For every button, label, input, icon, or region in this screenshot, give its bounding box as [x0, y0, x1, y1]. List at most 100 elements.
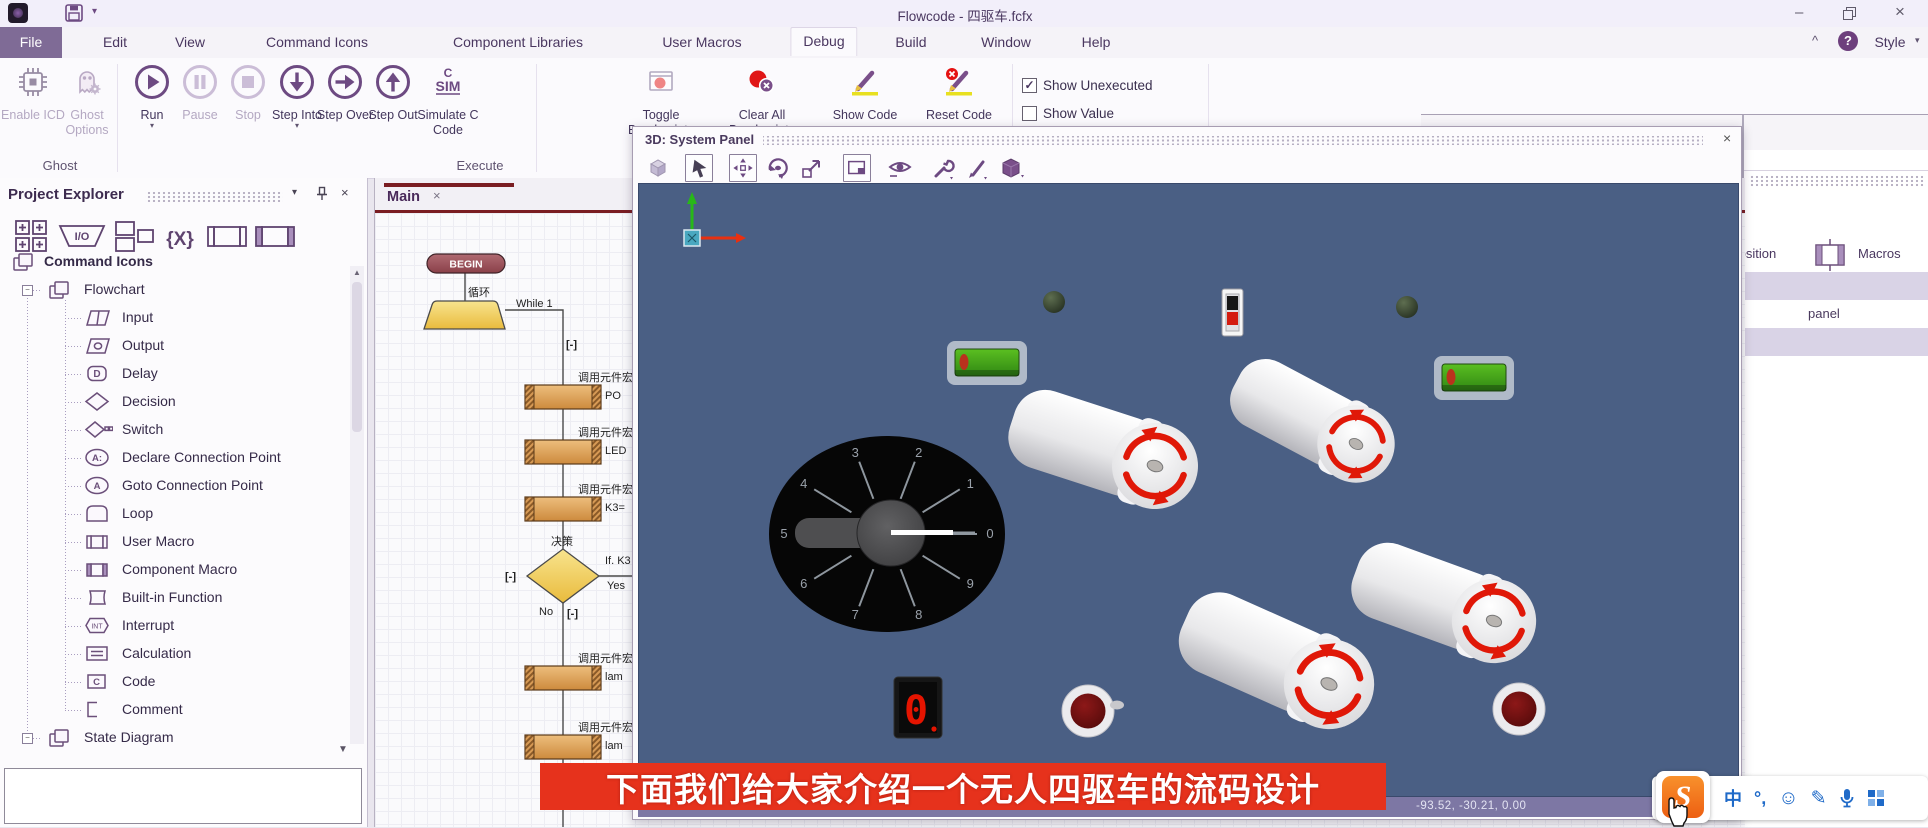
- panel-row-label[interactable]: panel: [1808, 306, 1840, 321]
- potentiometer[interactable]: [1493, 683, 1545, 735]
- tree-item-built-in-function[interactable]: Built-in Function: [0, 584, 345, 612]
- rotary-dial[interactable]: 0123456789: [769, 436, 1005, 632]
- ime-mic-button[interactable]: [1839, 788, 1855, 808]
- collapse-box[interactable]: [-]: [566, 339, 577, 351]
- style-caret-icon[interactable]: ▾: [1915, 35, 1920, 46]
- menu-component-libraries[interactable]: Component Libraries: [453, 34, 583, 50]
- motor[interactable]: [999, 378, 1210, 521]
- flow-component-macro[interactable]: 调用元件宏lam: [525, 651, 633, 690]
- seven-segment-display[interactable]: 0: [894, 677, 942, 738]
- wrench-tool-icon[interactable]: [931, 155, 957, 181]
- panel-menu-caret-icon[interactable]: ▾: [292, 187, 297, 198]
- tree-item-interrupt[interactable]: INTInterrupt: [0, 612, 345, 640]
- right-panel-row[interactable]: [1744, 272, 1928, 300]
- tree-expander[interactable]: −: [22, 285, 33, 296]
- menu-help[interactable]: Help: [1082, 34, 1111, 50]
- menu-window[interactable]: Window: [981, 34, 1031, 50]
- flow-component-macro[interactable]: 调用元件宏K3=: [525, 482, 633, 521]
- sidebar-scrollbar[interactable]: ▲: [350, 266, 364, 744]
- tree-item-output[interactable]: Output: [0, 332, 345, 360]
- tree-item-code[interactable]: CCode: [0, 668, 345, 696]
- potentiometer[interactable]: [1062, 685, 1124, 737]
- 3d-panel-titlebar[interactable]: 3D: System Panel ×: [633, 127, 1741, 153]
- ime-keyboard-layout-button[interactable]: [1867, 789, 1885, 807]
- tab-close-icon[interactable]: ×: [433, 188, 441, 203]
- tree-item-component-macro[interactable]: Component Macro: [0, 556, 345, 584]
- panel-close-icon[interactable]: ×: [341, 185, 349, 200]
- style-menu[interactable]: Style: [1874, 34, 1905, 50]
- toggle-switch[interactable]: [1222, 289, 1243, 336]
- tree-item-goto-connection-point[interactable]: AGoto Connection Point: [0, 472, 345, 500]
- flow-begin[interactable]: BEGIN: [427, 254, 505, 273]
- show-value-checkbox[interactable]: Show Value: [1022, 106, 1114, 121]
- checkbox-box[interactable]: ✓: [1022, 78, 1037, 93]
- tree-item-loop[interactable]: Loop: [0, 500, 345, 528]
- menu-view[interactable]: View: [175, 34, 205, 50]
- flow-component-macro[interactable]: 调用元件宏lam: [525, 720, 633, 759]
- menu-debug[interactable]: Debug: [790, 27, 857, 56]
- menu-file[interactable]: File: [0, 27, 62, 58]
- help-icon[interactable]: ?: [1838, 31, 1858, 51]
- collapse-box[interactable]: [-]: [505, 571, 516, 583]
- zoom-extents-icon[interactable]: [799, 155, 825, 181]
- right-panel-drag-handle[interactable]: [1748, 175, 1926, 187]
- ghost-options-button[interactable]: Ghost Options: [55, 62, 119, 137]
- checkbox-box[interactable]: [1022, 106, 1037, 121]
- flow-component-macro[interactable]: 调用元件宏PO: [525, 370, 633, 409]
- led-sphere[interactable]: [1043, 291, 1065, 313]
- 3d-scene[interactable]: 0123456789 0: [638, 183, 1739, 797]
- led-sphere[interactable]: [1396, 296, 1418, 318]
- tree-expander[interactable]: −: [22, 733, 33, 744]
- solid-cube-icon[interactable]: [999, 155, 1025, 181]
- tab-main[interactable]: Main: [387, 189, 420, 205]
- pin-icon[interactable]: [314, 186, 330, 202]
- ime-punctuation-toggle[interactable]: °,: [1754, 788, 1766, 809]
- led-bar[interactable]: [1434, 356, 1514, 400]
- panel-drag-handle[interactable]: [145, 192, 283, 202]
- position-header[interactable]: Position: [1742, 246, 1776, 261]
- details-box[interactable]: [4, 768, 362, 824]
- minimize-button[interactable]: –: [1795, 4, 1803, 21]
- scroll-thumb[interactable]: [352, 282, 362, 432]
- tree-item-comment[interactable]: Comment: [0, 696, 345, 724]
- tree-item-declare-connection-point[interactable]: A:Declare Connection Point: [0, 444, 345, 472]
- save-icon[interactable]: [64, 3, 84, 23]
- tree-item-user-macro[interactable]: User Macro: [0, 528, 345, 556]
- tree-item-decision[interactable]: Decision: [0, 388, 345, 416]
- right-panel-row[interactable]: [1744, 328, 1928, 356]
- menu-build[interactable]: Build: [895, 34, 926, 50]
- select-cursor-icon[interactable]: [685, 154, 713, 182]
- pan-icon[interactable]: [729, 154, 757, 182]
- restore-button[interactable]: [1843, 7, 1856, 20]
- flow-decision[interactable]: [527, 549, 599, 603]
- simulate-c-code-button[interactable]: C SIM Simulate C Code: [408, 62, 488, 137]
- collapse-box[interactable]: [-]: [567, 608, 578, 620]
- screenshot-icon[interactable]: [843, 154, 871, 182]
- flow-loop[interactable]: [424, 301, 505, 329]
- panel-close-icon[interactable]: ×: [1723, 130, 1731, 146]
- ime-lang-toggle[interactable]: 中: [1724, 785, 1742, 811]
- reset-code-button[interactable]: Reset Code: [926, 62, 992, 123]
- flow-component-macro[interactable]: 调用元件宏LED: [525, 425, 633, 464]
- 3d-cube-icon[interactable]: [645, 155, 671, 181]
- tree-item-state-diagram[interactable]: −State Diagram: [0, 724, 345, 752]
- panel-drag-handle[interactable]: [763, 136, 1703, 145]
- brush-tool-icon[interactable]: [965, 155, 991, 181]
- menu-command-icons[interactable]: Command Icons: [266, 34, 368, 50]
- tree-item-calculation[interactable]: Calculation: [0, 640, 345, 668]
- visibility-eye-icon[interactable]: [887, 155, 913, 181]
- tree-item-input[interactable]: Input: [0, 304, 345, 332]
- macros-header[interactable]: Macros: [1858, 246, 1901, 261]
- close-button[interactable]: ×: [1895, 2, 1905, 22]
- ribbon-collapse-icon[interactable]: ^: [1812, 33, 1818, 48]
- tree-collapse-caret-icon[interactable]: ▼: [338, 744, 348, 755]
- ime-emoji-button[interactable]: ☺: [1778, 787, 1798, 810]
- tree-item-flowchart[interactable]: −Flowchart: [0, 276, 345, 304]
- motor[interactable]: [1218, 346, 1409, 497]
- scroll-up-icon[interactable]: ▲: [350, 266, 364, 280]
- motor[interactable]: [1341, 530, 1548, 676]
- show-code-button[interactable]: Show Code: [832, 62, 898, 123]
- led-bar[interactable]: [947, 341, 1027, 385]
- menu-user-macros[interactable]: User Macros: [662, 34, 741, 50]
- tree-item-delay[interactable]: DDelay: [0, 360, 345, 388]
